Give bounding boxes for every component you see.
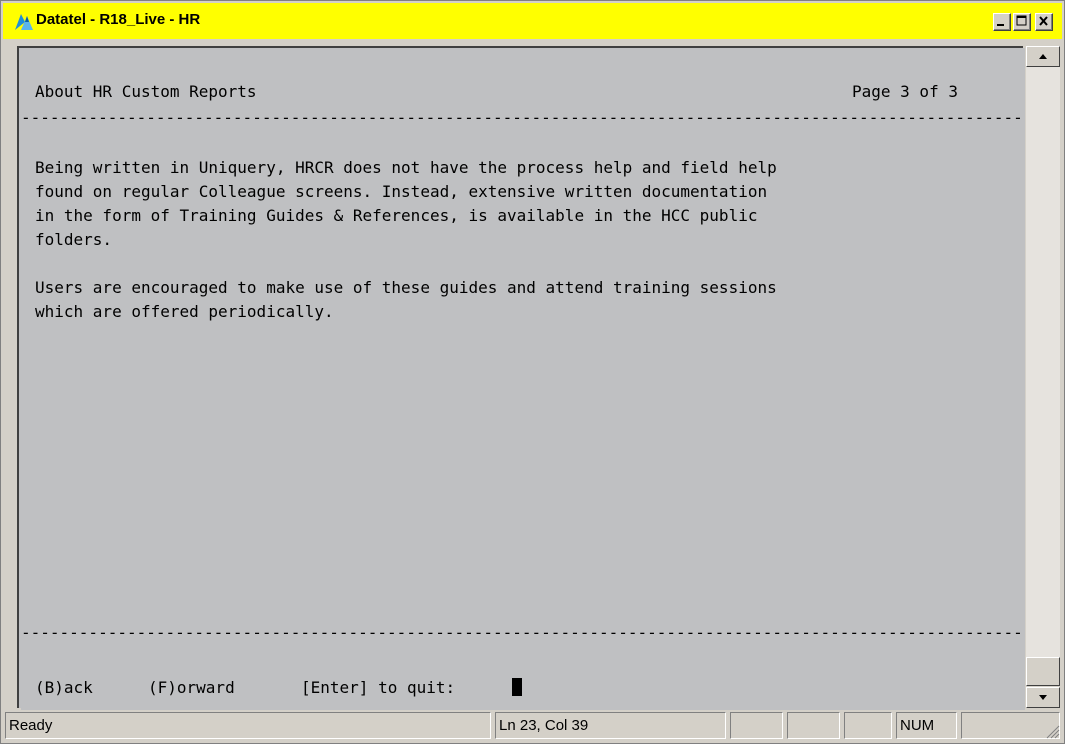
scroll-up-button[interactable] xyxy=(1026,46,1060,67)
status-panel-4 xyxy=(787,712,840,739)
title-bar[interactable]: Datatel - R18_Live - HR xyxy=(3,3,1062,39)
num-lock-indicator: NUM xyxy=(896,712,957,739)
vertical-scrollbar[interactable] xyxy=(1026,46,1060,708)
prompt-quit: [Enter] to quit: xyxy=(301,678,456,697)
scrollbar-thumb[interactable] xyxy=(1026,657,1060,686)
paragraph2-line1: Users are encouraged to make use of thes… xyxy=(35,278,777,297)
terminal-frame: About HR Custom Reports Page 3 of 3 ----… xyxy=(17,46,1025,710)
arrow-up-icon xyxy=(1039,54,1047,59)
paragraph2-line2: which are offered periodically. xyxy=(35,302,334,321)
resize-grip-icon[interactable] xyxy=(1044,723,1060,739)
text-cursor[interactable] xyxy=(512,678,522,698)
cursor-position: Ln 23, Col 39 xyxy=(495,712,726,739)
prompt-back: (B)ack xyxy=(35,678,93,697)
arrow-down-icon xyxy=(1039,695,1047,700)
paragraph1-line2: found on regular Colleague screens. Inst… xyxy=(35,182,768,201)
close-icon xyxy=(1039,16,1048,26)
page-indicator: Page 3 of 3 xyxy=(852,82,958,101)
footer-divider: ----------------------------------------… xyxy=(21,623,1023,642)
app-window: Datatel - R18_Live - HR About HR Custom … xyxy=(0,0,1065,744)
paragraph1-line1: Being written in Uniquery, HRCR does not… xyxy=(35,158,777,177)
paragraph1-line3: in the form of Training Guides & Referen… xyxy=(35,206,758,225)
status-bar: Ready Ln 23, Col 39 NUM xyxy=(3,710,1062,741)
prompt-forward: (F)orward xyxy=(148,678,235,697)
close-button[interactable] xyxy=(1035,13,1053,31)
scroll-down-button[interactable] xyxy=(1026,687,1060,708)
scrollbar-track[interactable] xyxy=(1026,67,1060,657)
datatel-app-icon xyxy=(15,14,33,30)
paragraph1-line4: folders. xyxy=(35,230,113,249)
maximize-icon xyxy=(1016,15,1027,26)
terminal-screen[interactable]: About HR Custom Reports Page 3 of 3 ----… xyxy=(21,48,1025,710)
maximize-button[interactable] xyxy=(1013,13,1031,31)
status-text: Ready xyxy=(5,712,491,739)
screen-title: About HR Custom Reports xyxy=(35,82,257,101)
minimize-icon xyxy=(997,24,1004,26)
status-panel-5 xyxy=(844,712,892,739)
header-divider: ----------------------------------------… xyxy=(21,108,1023,127)
window-title: Datatel - R18_Live - HR xyxy=(36,11,201,28)
minimize-button[interactable] xyxy=(993,13,1011,31)
status-panel-3 xyxy=(730,712,783,739)
